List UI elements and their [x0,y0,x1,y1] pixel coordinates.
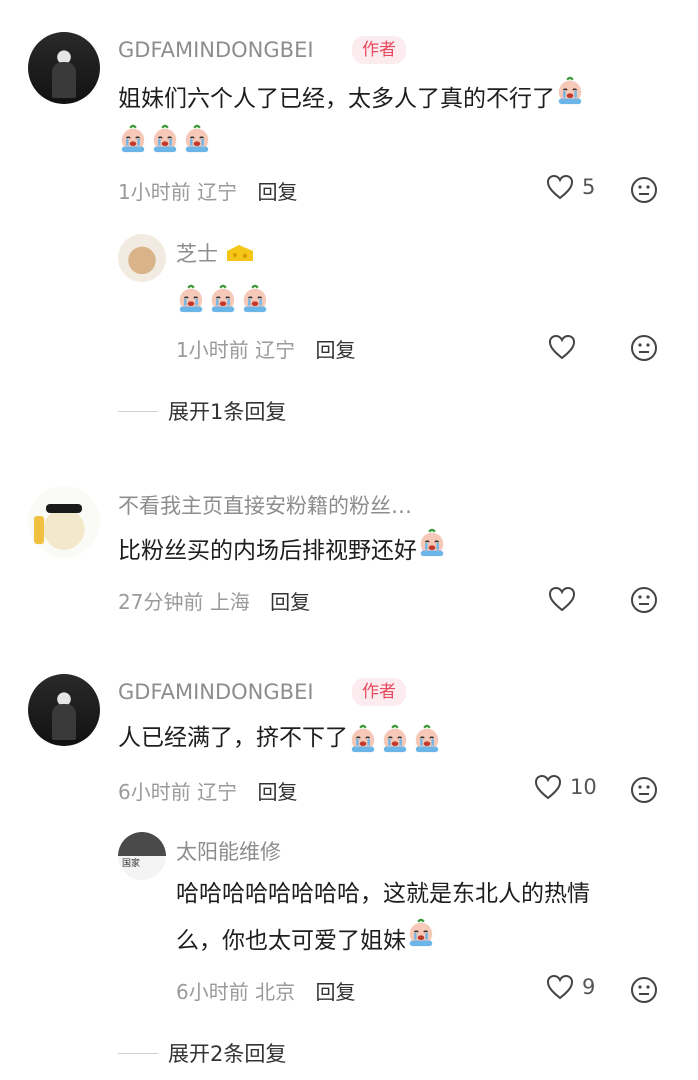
heart-outline-icon [546,174,574,200]
author-badge: 作者 [352,36,406,64]
comment-username[interactable]: GDFAMINDONGBEI [118,38,314,62]
comment-text: 比粉丝买的内场后排视野还好 [118,528,447,571]
avatar[interactable]: 国家 [118,832,166,880]
crying-emoji-icon [417,528,447,558]
divider [118,1052,158,1054]
divider [118,410,158,412]
crying-emoji-icon [380,724,410,754]
reply-time: 6小时前 [176,980,249,1004]
like-button[interactable]: 5 [546,174,595,200]
reply-meta: 6小时前 北京 回复 [176,976,355,1005]
reply-username[interactable]: 芝士 [176,238,255,268]
comment-location: 辽宁 [197,180,238,204]
comment-time: 1小时前 [118,180,191,204]
reply-location: 北京 [255,980,296,1004]
crying-emoji-icon [555,76,585,106]
reply-emojis [176,278,270,318]
expand-replies-button[interactable]: 展开1条回复 [118,396,286,426]
meh-face-icon[interactable] [630,586,658,614]
comment-meta: 1小时前 辽宁 回复 [118,176,297,205]
author-badge: 作者 [352,678,406,706]
reply-text-line2: 么，你也太可爱了姐妹 [176,918,436,961]
meh-face-icon[interactable] [630,976,658,1004]
heart-outline-icon[interactable] [548,334,576,360]
crying-emoji-icon [150,124,180,154]
like-count: 9 [582,975,596,999]
reply-button[interactable]: 回复 [315,980,355,1004]
comment-username[interactable]: GDFAMINDONGBEI [118,680,314,704]
comment-text: 人已经满了，挤不下了 [118,718,442,758]
crying-emoji-icon [118,124,148,154]
meh-face-icon[interactable] [630,776,658,804]
avatar[interactable] [28,674,100,746]
reply-button[interactable]: 回复 [257,780,297,804]
like-button[interactable]: 9 [546,974,595,1000]
reply-meta: 1小时前 辽宁 回复 [176,334,355,363]
crying-emoji-icon [182,124,212,154]
like-count: 5 [582,175,596,199]
comment-emojis [118,118,212,158]
reply-button[interactable]: 回复 [270,590,310,614]
heart-outline-icon [534,774,562,800]
comment-location: 辽宁 [197,780,238,804]
heart-outline-icon [546,974,574,1000]
heart-outline-icon[interactable] [548,586,576,612]
comment-username[interactable]: 不看我主页直接安粉籍的粉丝… [118,490,412,520]
crying-emoji-icon [208,284,238,314]
avatar[interactable] [28,486,100,558]
comment-meta: 27分钟前 上海 回复 [118,586,310,615]
comment-meta: 6小时前 辽宁 回复 [118,776,297,805]
reply-time: 1小时前 [176,338,249,362]
like-button[interactable]: 10 [534,774,597,800]
crying-emoji-icon [348,724,378,754]
crying-emoji-icon [406,918,436,948]
reply-username[interactable]: 太阳能维修 [176,836,281,866]
cheese-emoji-icon [226,245,253,261]
reply-text-line1: 哈哈哈哈哈哈哈哈，这就是东北人的热情 [176,881,590,907]
crying-emoji-icon [412,724,442,754]
avatar[interactable] [28,32,100,104]
comment-text: 姐妹们六个人了已经，太多人了真的不行了 [118,76,585,119]
like-count: 10 [570,775,597,799]
avatar[interactable] [118,234,166,282]
crying-emoji-icon [240,284,270,314]
reply-location: 辽宁 [255,338,296,362]
crying-emoji-icon [176,284,206,314]
reply-button[interactable]: 回复 [315,338,355,362]
meh-face-icon[interactable] [630,334,658,362]
comment-location: 上海 [209,590,250,614]
comment-time: 27分钟前 [118,590,204,614]
comment-time: 6小时前 [118,780,191,804]
reply-button[interactable]: 回复 [257,180,297,204]
expand-replies-button[interactable]: 展开2条回复 [118,1038,286,1068]
meh-face-icon[interactable] [630,176,658,204]
